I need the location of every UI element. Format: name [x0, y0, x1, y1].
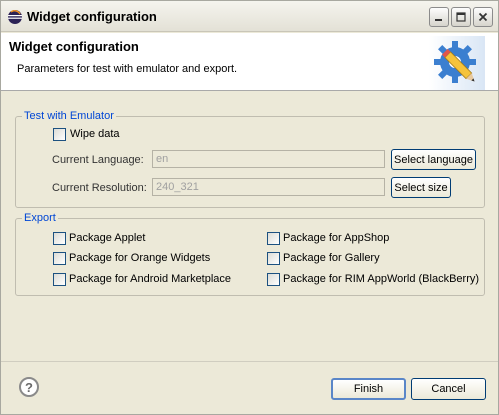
dialog-window: Widget configuration Widget configuratio…	[0, 0, 499, 415]
gear-pencil-icon	[429, 36, 485, 90]
maximize-button[interactable]	[451, 7, 471, 27]
help-glyph: ?	[25, 379, 33, 395]
package-android-marketplace-checkbox[interactable]	[53, 273, 66, 286]
package-appshop-label: Package for AppShop	[283, 232, 390, 244]
header-title: Widget configuration	[9, 39, 139, 54]
wipe-data-label: Wipe data	[70, 128, 120, 140]
package-orange-widgets-checkbox[interactable]	[53, 252, 66, 265]
package-appshop-checkbox[interactable]	[267, 232, 280, 245]
current-resolution-field[interactable]: 240_321	[152, 178, 385, 196]
window-title: Widget configuration	[27, 9, 157, 24]
eclipse-icon	[8, 10, 22, 24]
dialog-header: Widget configuration Parameters for test…	[1, 33, 498, 91]
export-group-title: Export	[22, 212, 58, 224]
footer-divider	[1, 361, 498, 362]
finish-button[interactable]: Finish	[331, 378, 406, 400]
package-rim-appworld-checkbox[interactable]	[267, 273, 280, 286]
emulator-group: Test with Emulator Wipe data Current Lan…	[15, 110, 485, 208]
package-android-marketplace-label: Package for Android Marketplace	[69, 273, 232, 285]
package-orange-widgets-label: Package for Orange Widgets	[69, 252, 211, 264]
current-resolution-label: Current Resolution:	[52, 182, 147, 194]
close-icon	[478, 12, 488, 22]
wipe-data-checkbox[interactable]	[53, 128, 66, 141]
select-size-button[interactable]: Select size	[391, 177, 451, 198]
package-applet-label: Package Applet	[69, 232, 146, 244]
current-language-field[interactable]: en	[152, 150, 385, 168]
maximize-icon	[456, 12, 466, 22]
package-gallery-checkbox[interactable]	[267, 252, 280, 265]
package-applet-checkbox[interactable]	[53, 232, 66, 245]
cancel-button[interactable]: Cancel	[411, 378, 486, 400]
header-description: Parameters for test with emulator and ex…	[17, 63, 238, 75]
emulator-group-title: Test with Emulator	[22, 110, 116, 122]
minimize-icon	[435, 19, 442, 21]
package-rim-appworld-label: Package for RIM AppWorld (BlackBerry)	[283, 273, 480, 285]
select-language-button[interactable]: Select language	[391, 149, 476, 170]
package-gallery-label: Package for Gallery	[283, 252, 380, 264]
help-icon[interactable]: ?	[19, 377, 39, 397]
current-language-label: Current Language:	[52, 154, 144, 166]
title-bar[interactable]: Widget configuration	[1, 1, 498, 32]
close-button[interactable]	[473, 7, 493, 27]
export-group: Export Package Applet Package for AppSho…	[15, 212, 485, 296]
minimize-button[interactable]	[429, 7, 449, 27]
